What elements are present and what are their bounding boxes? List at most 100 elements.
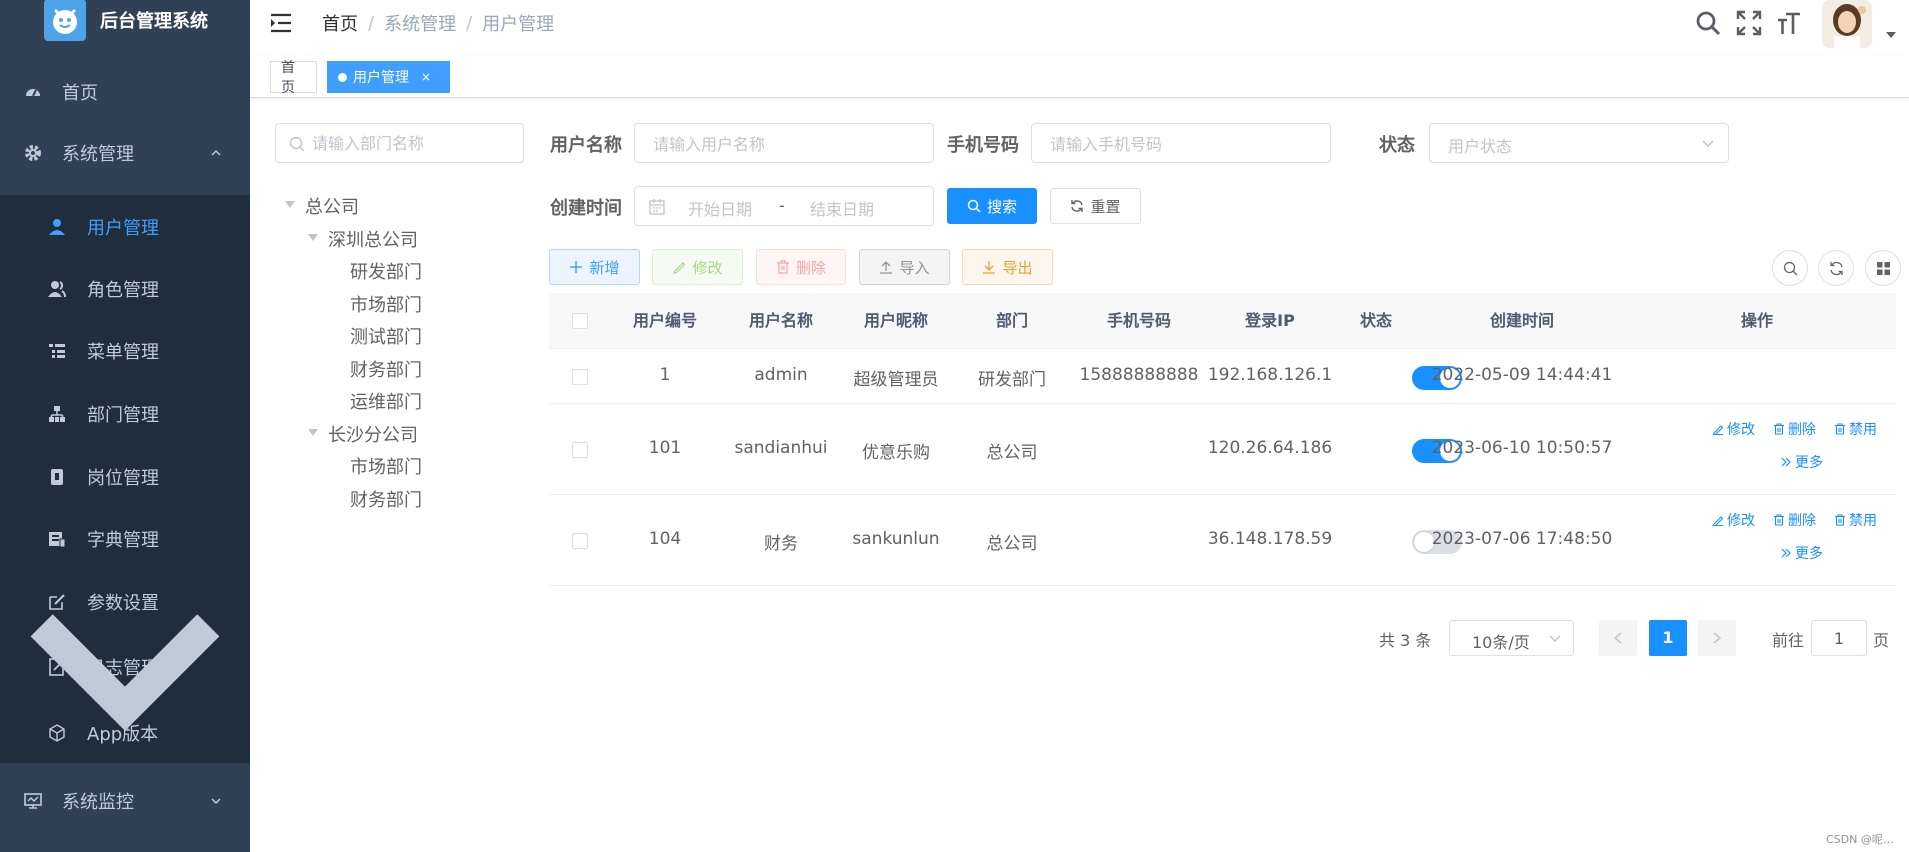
edit-button[interactable]: 修改 xyxy=(652,249,743,285)
column-header: 用户名称 xyxy=(748,311,813,330)
row-checkbox[interactable] xyxy=(572,533,588,549)
row-more-link[interactable]: 更多 xyxy=(1780,543,1823,563)
start-date-placeholder[interactable]: 开始日期 xyxy=(688,196,752,220)
tree-node-shenzhen[interactable]: 深圳总公司 xyxy=(328,226,418,252)
pagination-total: 共 3 条 xyxy=(1379,631,1432,650)
sidebar-item-home[interactable]: 首页 xyxy=(0,70,250,114)
page-number-current[interactable]: 1 xyxy=(1649,620,1687,656)
search-button[interactable]: 搜索 xyxy=(947,188,1037,224)
tree-node-test[interactable]: 测试部门 xyxy=(350,323,422,349)
goto-page-input[interactable] xyxy=(1812,621,1866,655)
username-input[interactable] xyxy=(653,133,892,155)
column-header: 操作 xyxy=(1740,311,1773,330)
phone-input[interactable] xyxy=(1050,133,1289,155)
tag-label: 用户管理 xyxy=(353,70,409,86)
close-icon[interactable]: × xyxy=(421,70,431,84)
dept-search-input[interactable] xyxy=(312,132,512,154)
columns-button[interactable] xyxy=(1865,250,1901,286)
page-size-select[interactable]: 10条/页 xyxy=(1449,620,1574,656)
row-disable-link[interactable]: 禁用 xyxy=(1834,510,1877,530)
sidebar-item-label: 菜单管理 xyxy=(87,342,159,363)
row-edit-link[interactable]: 修改 xyxy=(1712,419,1755,439)
edit-icon xyxy=(1712,425,1724,435)
trash-icon xyxy=(1774,514,1784,526)
sidebar-item-user[interactable]: 用户管理 xyxy=(0,205,250,249)
goto-label: 前往 xyxy=(1772,631,1805,650)
row-edit-link[interactable]: 修改 xyxy=(1712,510,1755,530)
toggle-search-button[interactable] xyxy=(1772,250,1808,286)
monitor-icon xyxy=(24,793,42,809)
font-size-icon[interactable] xyxy=(1776,10,1802,36)
import-button-label: 导入 xyxy=(899,258,930,277)
tree-node-rd[interactable]: 研发部门 xyxy=(350,258,422,284)
cell-dept: 总公司 xyxy=(986,534,1038,554)
date-range-picker[interactable]: 开始日期 - 结束日期 xyxy=(634,186,934,226)
row-disable-link[interactable]: 禁用 xyxy=(1834,419,1877,439)
logo[interactable]: 后台管理系统 xyxy=(0,0,250,46)
cell-login-ip: 36.148.178.59 xyxy=(1207,529,1333,549)
row-delete-link[interactable]: 删除 xyxy=(1773,510,1816,530)
tree-node-cs-market[interactable]: 市场部门 xyxy=(350,453,422,479)
row-delete-link[interactable]: 删除 xyxy=(1773,419,1816,439)
caret-down-icon[interactable] xyxy=(285,201,295,208)
import-button[interactable]: 导入 xyxy=(859,249,950,285)
row-more-link[interactable]: 更多 xyxy=(1780,452,1823,472)
column-header: 创建时间 xyxy=(1489,311,1554,330)
select-all-checkbox[interactable] xyxy=(572,313,588,329)
sidebar-item-role[interactable]: 角色管理 xyxy=(0,267,250,311)
table-header: 用户编号 用户名称 用户昵称 部门 手机号码 登录IP 状态 创建时间 操作 xyxy=(549,293,1896,349)
sidebar-item-app-version[interactable]: App版本 xyxy=(0,711,250,755)
trash-icon xyxy=(1774,423,1784,435)
tree-node-changsha[interactable]: 长沙分公司 xyxy=(328,421,418,447)
refresh-icon xyxy=(1071,200,1084,212)
caret-down-icon[interactable] xyxy=(308,429,318,436)
breadcrumb-item-home[interactable]: 首页 xyxy=(322,10,358,36)
hamburger-icon[interactable] xyxy=(270,13,292,33)
fullscreen-icon[interactable] xyxy=(1736,10,1762,36)
next-page-button[interactable] xyxy=(1698,620,1736,656)
prev-page-button[interactable] xyxy=(1599,620,1637,656)
tree-node-cs-finance[interactable]: 财务部门 xyxy=(350,486,422,512)
add-button-label: 新增 xyxy=(589,258,620,277)
sidebar-item-monitor[interactable]: 系统监控 xyxy=(0,779,250,823)
row-checkbox[interactable] xyxy=(572,442,588,458)
sidebar-item-post[interactable]: 岗位管理 xyxy=(0,455,250,499)
tree-node-ops[interactable]: 运维部门 xyxy=(350,388,422,414)
tag-user-management[interactable]: 用户管理 × xyxy=(327,61,450,93)
phone-label: 手机号码 xyxy=(947,135,1019,156)
refresh-button[interactable] xyxy=(1818,250,1854,286)
sidebar-item-system[interactable]: 系统管理 xyxy=(0,131,250,175)
caret-down-icon[interactable] xyxy=(1886,32,1896,40)
avatar[interactable] xyxy=(1822,0,1872,48)
tree-node-finance[interactable]: 财务部门 xyxy=(350,356,422,382)
tag-home[interactable]: 首页 xyxy=(270,60,317,96)
status-select[interactable]: 用户状态 xyxy=(1429,123,1729,163)
cell-created-time: 2023-06-10 10:50:57 xyxy=(1431,438,1613,458)
export-button[interactable]: 导出 xyxy=(962,249,1053,285)
double-chevron-right-icon xyxy=(1781,548,1791,558)
breadcrumb-separator: / xyxy=(466,12,473,34)
delete-button[interactable]: 删除 xyxy=(756,249,846,285)
chevron-down-icon xyxy=(1549,635,1561,642)
caret-down-icon[interactable] xyxy=(308,234,318,241)
tree-node-market[interactable]: 市场部门 xyxy=(350,291,422,317)
add-button[interactable]: 新增 xyxy=(549,249,640,285)
sidebar-item-dept[interactable]: 部门管理 xyxy=(0,392,250,436)
row-checkbox[interactable] xyxy=(572,369,588,385)
tree-node-head-office[interactable]: 总公司 xyxy=(305,193,359,219)
gear-icon xyxy=(25,145,41,161)
table-row: 104 财务 sankunlun 总公司 36.148.178.59 2023-… xyxy=(549,495,1896,586)
end-date-placeholder[interactable]: 结束日期 xyxy=(810,196,874,220)
post-icon xyxy=(51,469,63,485)
grid-icon xyxy=(1877,262,1890,275)
reset-button[interactable]: 重置 xyxy=(1050,188,1141,224)
column-header: 部门 xyxy=(995,311,1028,330)
chevron-down-icon xyxy=(1702,140,1714,147)
search-button-label: 搜索 xyxy=(986,197,1017,216)
sidebar-item-log[interactable]: 日志管理 xyxy=(0,614,250,731)
search-icon[interactable] xyxy=(1695,10,1721,36)
column-header: 状态 xyxy=(1359,311,1392,330)
sidebar-item-menu[interactable]: 菜单管理 xyxy=(0,329,250,373)
chevron-up-icon xyxy=(211,149,221,156)
table-row: 101 sandianhui 优意乐购 总公司 120.26.64.186 20… xyxy=(549,404,1896,495)
